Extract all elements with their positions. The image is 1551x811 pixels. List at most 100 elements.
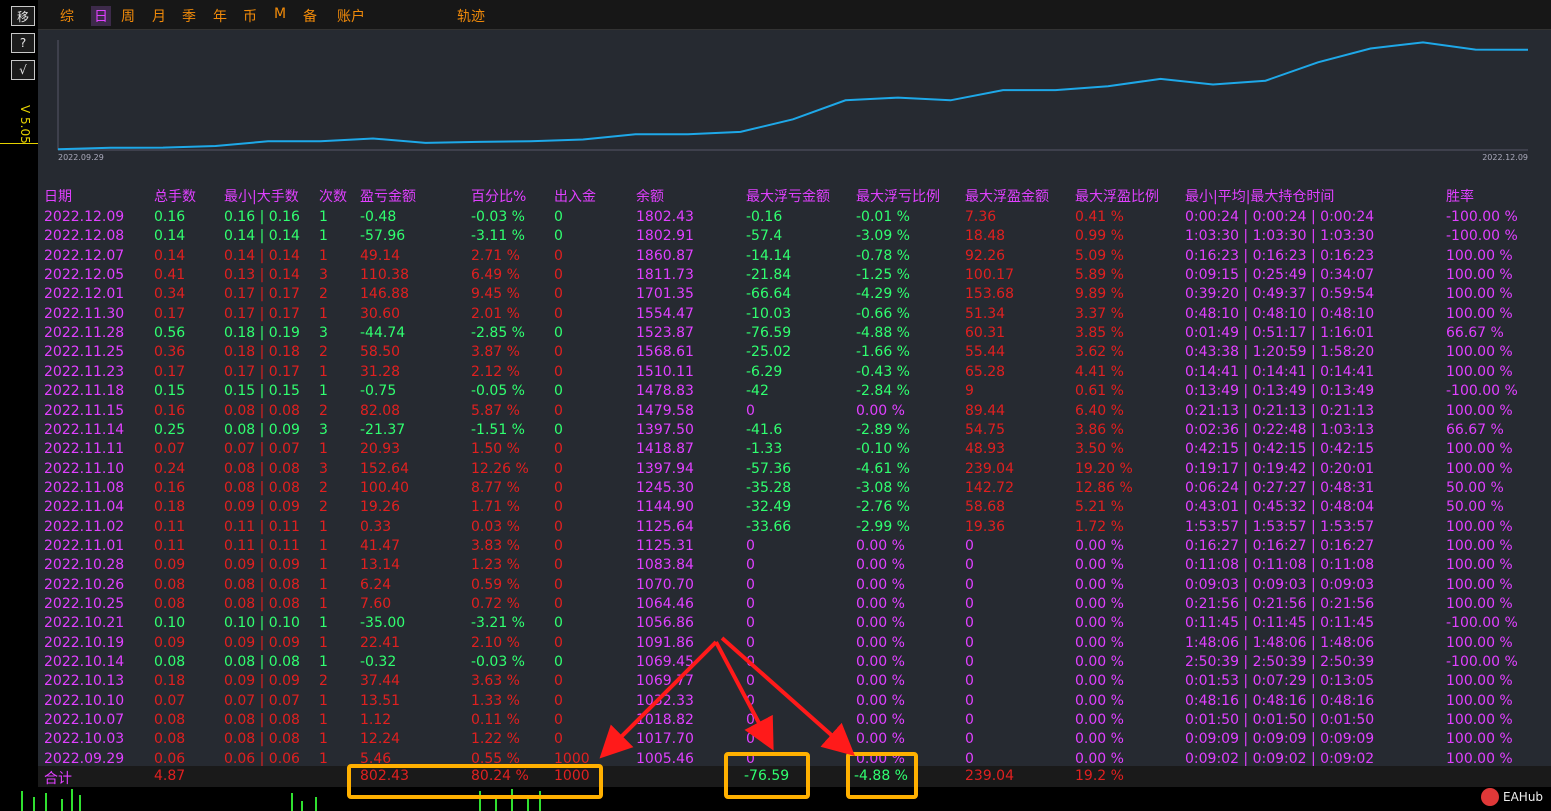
cell-deposit: 0 [554,499,563,516]
cell-trade-count: 3 [319,267,328,284]
header-balance[interactable]: 余额 [636,186,664,208]
cell-max-float-profit-pct: 3.85 % [1075,325,1124,342]
help-button[interactable]: ? [11,33,35,53]
cell-date: 2022.11.30 [44,305,125,322]
cell-date: 2022.09.29 [44,750,125,767]
cell-min-max-lots: 0.08 | 0.08 [224,596,300,612]
cell-date: 2022.11.25 [44,344,125,361]
table-row: 2022.12.05 0.41 0.13 | 0.14 3 110.38 6.49 % 0 1… [38,266,1551,285]
tab-year[interactable]: 年 [213,6,227,26]
cell-max-float-profit: 55.44 [965,344,1006,361]
tab-summary[interactable]: 综 [60,6,74,26]
cell-win-rate: -100.00 % [1446,228,1518,245]
cell-min-max-lots: 0.09 | 0.09 [224,557,300,574]
cell-trade-count: 1 [319,712,328,729]
cell-min-max-lots: 0.14 | 0.14 [224,247,300,264]
tab-magic[interactable]: M [274,6,286,22]
header-deposit[interactable]: 出入金 [554,186,596,208]
cell-max-float-loss: -6.29 [746,363,783,380]
cell-date: 2022.10.21 [44,615,125,632]
cell-deposit: 0 [554,421,563,438]
cell-deposit: 0 [554,441,563,458]
cell-percent: 1.71 % [471,499,520,516]
tab-quarter[interactable]: 季 [182,6,196,26]
header-hold-time[interactable]: 最小|平均|最大持仓时间 [1185,186,1334,208]
cell-percent: 12.26 % [471,460,529,477]
cell-min-max-lots: 0.08 | 0.08 [224,576,300,593]
tab-account[interactable]: 账户 [337,6,365,26]
cell-profit: -21.37 [360,421,406,438]
header-date[interactable]: 日期 [44,186,72,208]
cell-date: 2022.11.23 [44,363,125,380]
check-button[interactable]: √ [11,60,35,80]
cell-win-rate: 50.00 % [1446,479,1504,496]
header-profit[interactable]: 盈亏金额 [360,186,416,208]
cell-date: 2022.11.18 [44,383,125,400]
cell-trade-count: 1 [319,209,328,225]
cell-hold-time: 0:21:56 | 0:21:56 | 0:21:56 [1185,596,1375,612]
cell-max-float-profit: 92.26 [965,247,1006,264]
tab-track[interactable]: 轨迹 [457,6,485,26]
cell-balance: 1018.82 [636,712,694,729]
cell-hold-time: 0:43:01 | 0:45:32 | 0:48:04 [1185,499,1375,516]
cell-balance: 1091.86 [636,634,694,651]
cell-trade-count: 1 [319,383,328,400]
cell-max-float-profit-pct: 0.00 % [1075,750,1124,767]
cell-balance: 1479.58 [636,402,694,419]
cell-profit: -57.96 [360,228,406,245]
cell-total-lots: 0.56 [154,325,186,342]
cell-max-float-loss: 0 [746,673,755,690]
cell-max-float-profit-pct: 0.00 % [1075,537,1124,554]
cell-deposit: 0 [554,673,563,690]
table-row: 2022.12.09 0.16 0.16 | 0.16 1 -0.48 -0.03 % 0 1… [38,208,1551,227]
cell-date: 2022.12.08 [44,228,125,245]
cell-min-max-lots: 0.08 | 0.09 [224,421,300,438]
cell-profit: 82.08 [360,402,401,419]
cell-min-max-lots: 0.08 | 0.08 [224,731,300,748]
cell-deposit: 0 [554,596,563,612]
cell-trade-count: 1 [319,615,328,632]
cell-trade-count: 1 [319,305,328,322]
cell-deposit: 0 [554,479,563,496]
cell-deposit: 0 [554,228,563,245]
chart-x-end-label: 2022.12.09 [1482,153,1528,162]
cell-trade-count: 1 [319,518,328,535]
header-max-float-loss-pct[interactable]: 最大浮亏比例 [856,186,940,208]
header-percent[interactable]: 百分比% [471,186,526,208]
tab-week[interactable]: 周 [121,6,135,26]
cell-max-float-profit-pct: 0.00 % [1075,712,1124,729]
cell-balance: 1083.84 [636,557,694,574]
cell-profit: 20.93 [360,441,401,458]
cell-percent: 1.22 % [471,731,520,748]
cell-max-float-loss: -14.14 [746,247,792,264]
total-lots: 4.87 [154,768,186,784]
cell-max-float-loss: 0 [746,557,755,574]
header-max-float-profit[interactable]: 最大浮盈金额 [965,186,1049,208]
cell-max-float-loss: -32.49 [746,499,792,516]
table-row: 2022.11.04 0.18 0.09 | 0.09 2 19.26 1.71 % 0 11… [38,498,1551,517]
move-button[interactable]: 移 [11,6,35,26]
highlight-box-totals [347,764,603,799]
cell-max-float-loss: -66.64 [746,286,792,303]
cell-balance: 1510.11 [636,363,694,380]
cell-date: 2022.10.14 [44,654,125,671]
header-trade-count[interactable]: 次数 [319,186,347,208]
tab-day[interactable]: 日 [91,6,111,26]
cell-max-float-profit-pct: 0.00 % [1075,615,1124,632]
header-total-lots[interactable]: 总手数 [154,186,196,208]
tab-currency[interactable]: 币 [243,6,257,26]
cell-min-max-lots: 0.07 | 0.07 [224,692,300,709]
cell-total-lots: 0.08 [154,654,186,671]
tab-notes[interactable]: 备 [303,6,317,26]
cell-max-float-loss-pct: 0.00 % [856,537,905,554]
cell-balance: 1070.70 [636,576,694,593]
header-min-max-lots[interactable]: 最小|大手数 [224,186,299,208]
header-max-float-profit-pct[interactable]: 最大浮盈比例 [1075,186,1159,208]
cell-trade-count: 2 [319,673,328,690]
table-row: 2022.11.30 0.17 0.17 | 0.17 1 30.60 2.01 % 0 15… [38,305,1551,324]
cell-hold-time: 0:09:02 | 0:09:02 | 0:09:02 [1185,750,1375,767]
cell-min-max-lots: 0.08 | 0.08 [224,460,300,477]
tab-month[interactable]: 月 [152,6,166,26]
header-win-rate[interactable]: 胜率 [1446,186,1474,208]
header-max-float-loss[interactable]: 最大浮亏金额 [746,186,830,208]
